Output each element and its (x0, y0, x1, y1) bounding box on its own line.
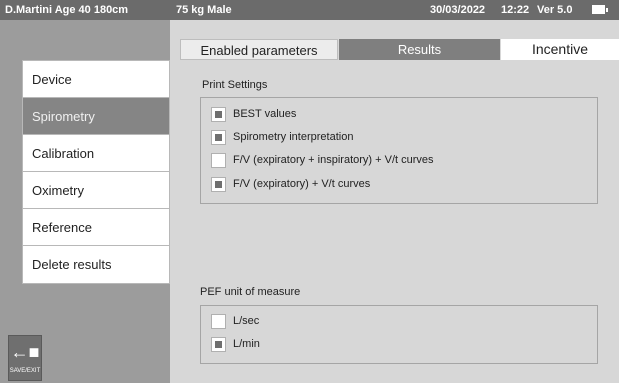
checkbox-best-values[interactable] (211, 107, 226, 122)
tab-results[interactable]: Results (339, 39, 500, 60)
sidebar-item-delete-results[interactable]: Delete results (23, 246, 169, 283)
sidebar-item-reference[interactable]: Reference (23, 209, 169, 246)
checkbox-fv-exp-vt[interactable] (211, 177, 226, 192)
patient-info: D.Martini Age 40 180cm (5, 4, 129, 16)
option-label: BEST values (233, 108, 297, 120)
save-exit-button[interactable]: ←■ SAVE/EXIT (8, 335, 42, 381)
current-time: 12:22 (501, 4, 530, 16)
save-exit-icon: ←■ (10, 342, 40, 362)
option-label: F/V (expiratory + inspiratory) + V/t cur… (233, 154, 434, 166)
tab-enabled-parameters[interactable]: Enabled parameters (180, 39, 338, 60)
option-label: Spirometry interpretation (233, 131, 354, 143)
option-label: L/min (233, 338, 260, 350)
checkbox-l-sec[interactable] (211, 314, 226, 329)
pef-unit-group: L/sec L/min (200, 305, 598, 364)
pef-unit-title: PEF unit of measure (200, 286, 301, 298)
print-settings-title: Print Settings (202, 79, 268, 91)
software-version: Ver 5.0 (537, 4, 573, 16)
current-date: 30/03/2022 (430, 4, 486, 16)
sidebar-item-device[interactable]: Device (23, 61, 169, 98)
status-bar: D.Martini Age 40 180cm 75 kg Male 30/03/… (0, 0, 619, 20)
battery-icon (592, 5, 608, 14)
option-label: F/V (expiratory) + V/t curves (233, 178, 371, 190)
checkbox-fv-exp-insp-vt[interactable] (211, 153, 226, 168)
checkbox-l-min[interactable] (211, 337, 226, 352)
tab-incentive[interactable]: Incentive (501, 39, 619, 60)
patient-weight-sex: 75 kg Male (176, 4, 232, 16)
save-exit-label: SAVE/EXIT (9, 368, 41, 374)
option-label: L/sec (233, 315, 260, 327)
print-settings-group: BEST values Spirometry interpretation F/… (200, 97, 598, 204)
sidebar-item-calibration[interactable]: Calibration (23, 135, 169, 172)
sidebar-item-oximetry[interactable]: Oximetry (23, 172, 169, 209)
checkbox-spirometry-interpretation[interactable] (211, 130, 226, 145)
sidebar-menu: Device Spirometry Calibration Oximetry R… (22, 60, 170, 284)
sidebar-item-spirometry[interactable]: Spirometry (23, 98, 169, 135)
